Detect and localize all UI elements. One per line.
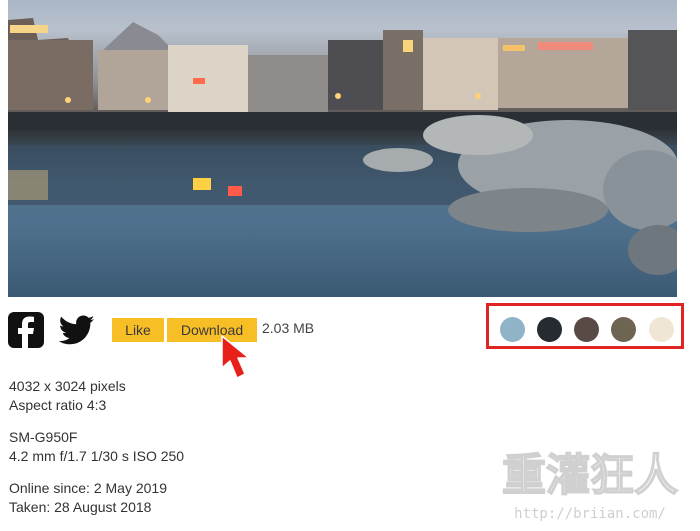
color-swatch[interactable] [574, 317, 599, 342]
color-swatch[interactable] [500, 317, 525, 342]
exposure-info: 4.2 mm f/1.7 1/30 s ISO 250 [9, 448, 185, 464]
red-arrow-pointer-icon [218, 334, 258, 389]
watermark-logo: 重灌狂人 http://briian.com/ [490, 446, 690, 526]
file-size: 2.03 MB [262, 320, 315, 336]
photo-scene [8, 18, 677, 275]
svg-text:http://briian.com/: http://briian.com/ [514, 506, 666, 522]
twitter-icon[interactable] [58, 312, 96, 348]
svg-text:重灌狂人: 重灌狂人 [502, 450, 678, 501]
camera-model: SM-G950F [9, 429, 78, 445]
like-button[interactable]: Like [112, 318, 164, 342]
aspect-ratio: Aspect ratio 4:3 [9, 397, 107, 413]
online-since: Online since: 2 May 2019 [9, 480, 167, 496]
image-dimensions: 4032 x 3024 pixels [9, 378, 126, 394]
facebook-icon[interactable] [8, 312, 46, 348]
color-palette [486, 303, 684, 349]
color-swatch[interactable] [611, 317, 636, 342]
color-swatch[interactable] [537, 317, 562, 342]
taken-date: Taken: 28 August 2018 [9, 499, 152, 515]
color-swatch[interactable] [649, 317, 674, 342]
photo-preview [8, 0, 677, 297]
